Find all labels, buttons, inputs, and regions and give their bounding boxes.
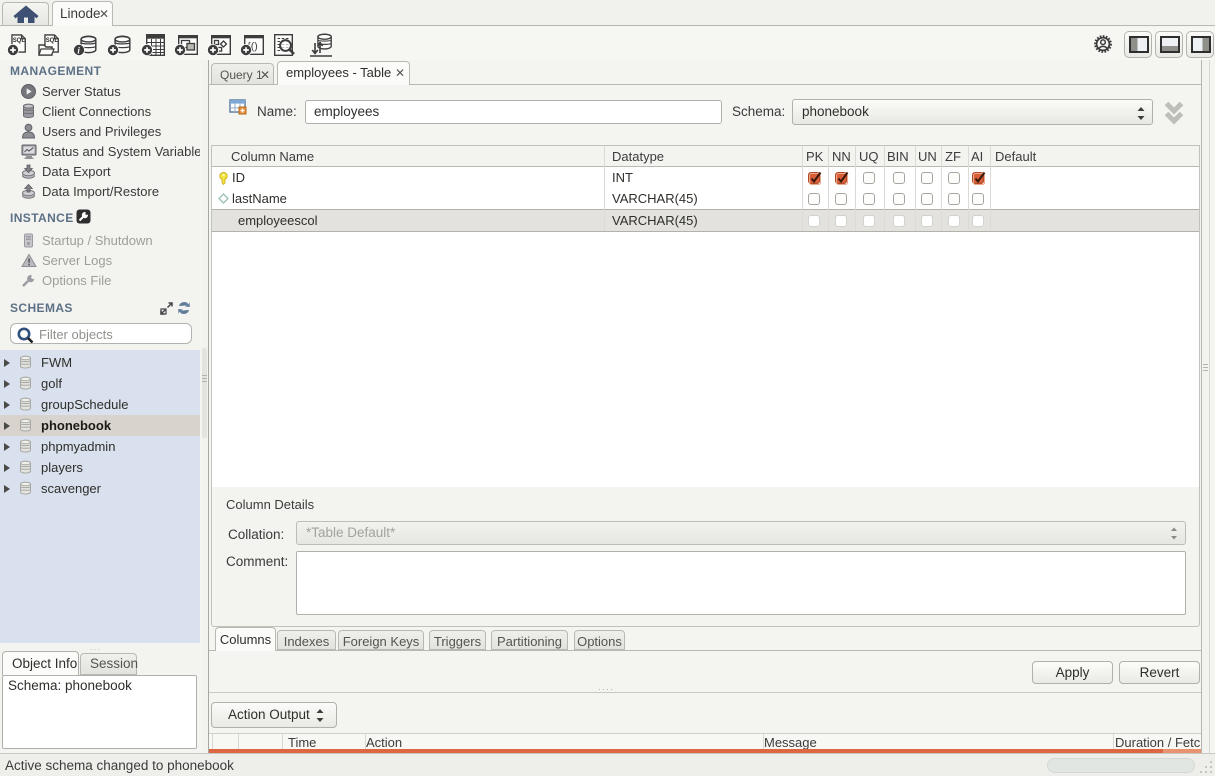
svg-text:SQL: SQL (13, 38, 26, 44)
svg-text:SQL: SQL (46, 38, 59, 44)
